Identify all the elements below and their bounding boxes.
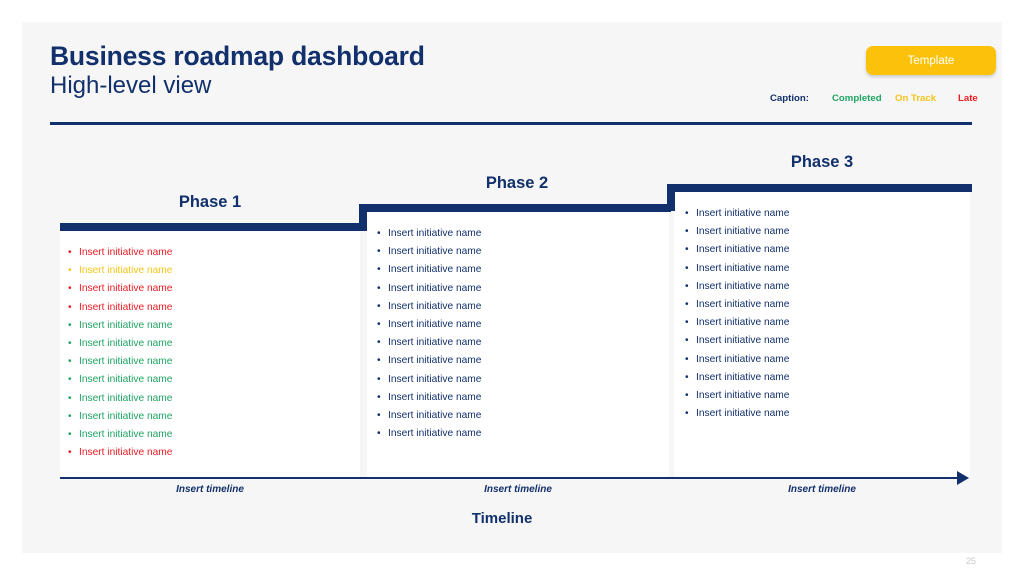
initiative-item[interactable]: Insert initiative name: [685, 405, 965, 423]
phase-title-1: Phase 1: [178, 193, 242, 211]
initiative-item[interactable]: Insert initiative name: [377, 389, 657, 407]
timeline-label-2: Insert timeline: [484, 484, 552, 495]
initiative-item[interactable]: Insert initiative name: [685, 260, 965, 278]
initiative-item[interactable]: Insert initiative name: [68, 317, 348, 335]
initiative-item[interactable]: Insert initiative name: [377, 407, 657, 425]
slide-canvas: Business roadmap dashboard High-level vi…: [22, 22, 1002, 553]
initiative-item[interactable]: Insert initiative name: [377, 243, 657, 261]
timeline-axis-line: [60, 477, 960, 479]
initiative-item[interactable]: Insert initiative name: [377, 334, 657, 352]
initiative-item[interactable]: Insert initiative name: [377, 261, 657, 279]
initiative-item[interactable]: Insert initiative name: [68, 371, 348, 389]
roadmap-chart: Phase 1 Insert initiative nameInsert ini…: [22, 22, 1002, 553]
phase-list-2: Insert initiative nameInsert initiative …: [377, 225, 657, 444]
timeline-arrow-icon: [957, 471, 969, 485]
initiative-item[interactable]: Insert initiative name: [68, 335, 348, 353]
initiative-item[interactable]: Insert initiative name: [377, 225, 657, 243]
initiative-item[interactable]: Insert initiative name: [377, 316, 657, 334]
initiative-item[interactable]: Insert initiative name: [68, 299, 348, 317]
phase-list-1: Insert initiative nameInsert initiative …: [68, 244, 348, 463]
phase-title-3: Phase 3: [790, 153, 854, 171]
initiative-item[interactable]: Insert initiative name: [685, 278, 965, 296]
initiative-item[interactable]: Insert initiative name: [377, 298, 657, 316]
initiative-item[interactable]: Insert initiative name: [685, 351, 965, 369]
phase-bar-3: [667, 184, 972, 192]
initiative-item[interactable]: Insert initiative name: [685, 223, 965, 241]
initiative-item[interactable]: Insert initiative name: [68, 390, 348, 408]
initiative-item[interactable]: Insert initiative name: [685, 387, 965, 405]
initiative-item[interactable]: Insert initiative name: [685, 241, 965, 259]
initiative-item[interactable]: Insert initiative name: [685, 314, 965, 332]
initiative-item[interactable]: Insert initiative name: [685, 369, 965, 387]
initiative-item[interactable]: Insert initiative name: [377, 371, 657, 389]
timeline-label-3: Insert timeline: [788, 484, 856, 495]
phase-bar-1: [60, 223, 362, 231]
initiative-item[interactable]: Insert initiative name: [685, 332, 965, 350]
initiative-item[interactable]: Insert initiative name: [68, 244, 348, 262]
initiative-item[interactable]: Insert initiative name: [68, 353, 348, 371]
initiative-item[interactable]: Insert initiative name: [685, 205, 965, 223]
phase-list-3: Insert initiative nameInsert initiative …: [685, 205, 965, 424]
phase-bar-2: [359, 204, 671, 212]
timeline-label-1: Insert timeline: [176, 484, 244, 495]
initiative-item[interactable]: Insert initiative name: [68, 426, 348, 444]
initiative-item[interactable]: Insert initiative name: [68, 444, 348, 462]
initiative-item[interactable]: Insert initiative name: [377, 425, 657, 443]
phase-title-2: Phase 2: [485, 174, 549, 192]
page-number: 25: [966, 556, 977, 566]
initiative-item[interactable]: Insert initiative name: [685, 296, 965, 314]
initiative-item[interactable]: Insert initiative name: [68, 408, 348, 426]
initiative-item[interactable]: Insert initiative name: [377, 352, 657, 370]
initiative-item[interactable]: Insert initiative name: [377, 280, 657, 298]
initiative-item[interactable]: Insert initiative name: [68, 280, 348, 298]
timeline-caption: Timeline: [471, 510, 533, 527]
initiative-item[interactable]: Insert initiative name: [68, 262, 348, 280]
